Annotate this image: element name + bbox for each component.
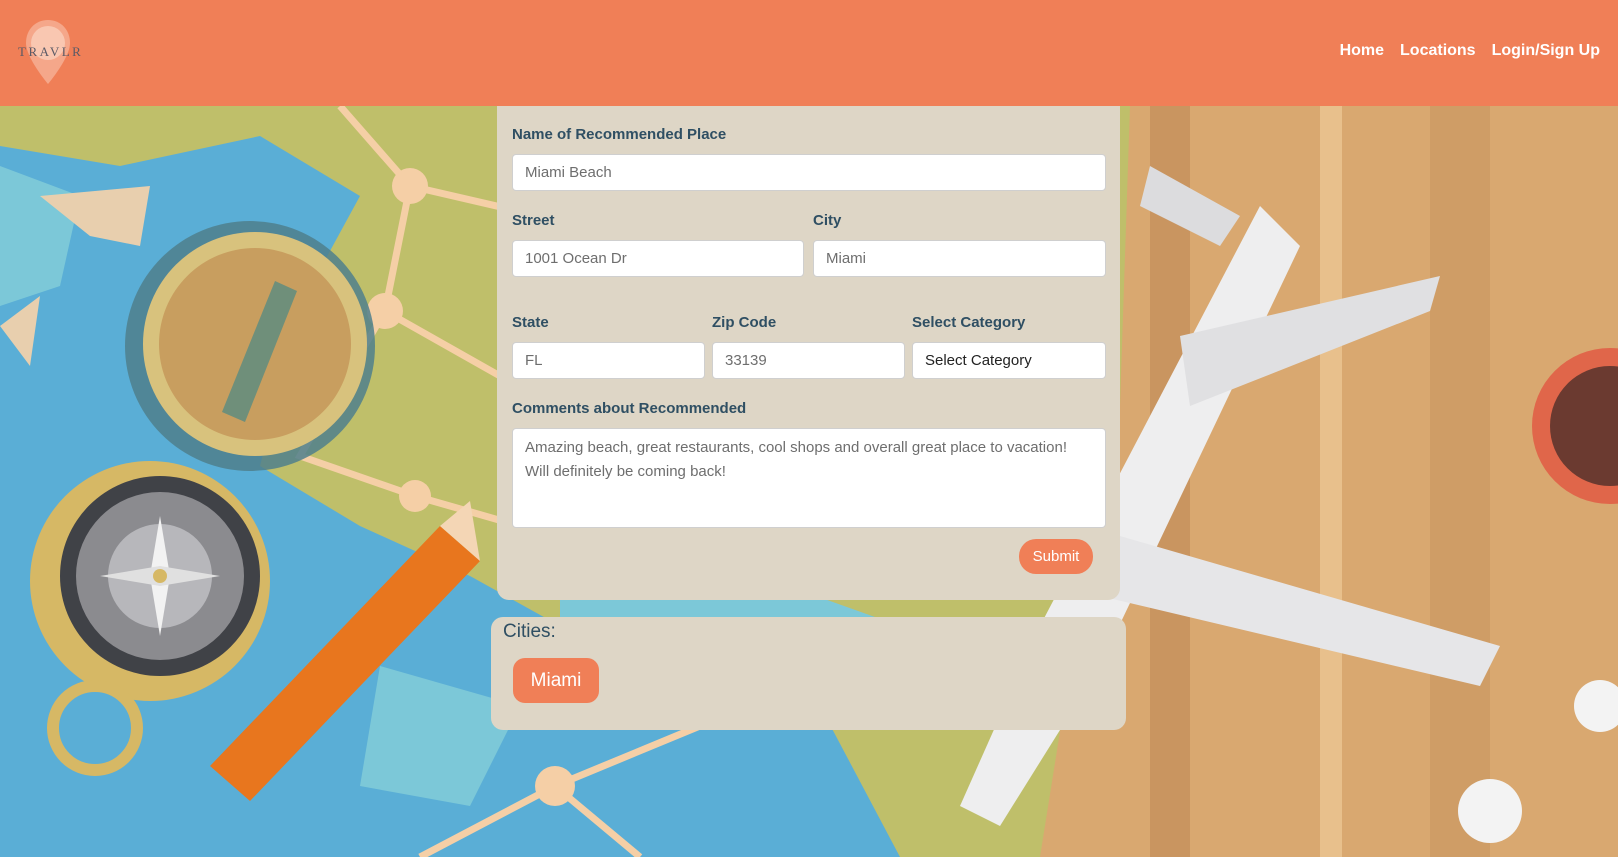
zip-code-input[interactable]: 33139 bbox=[712, 342, 905, 379]
submit-button[interactable]: Submit bbox=[1019, 539, 1093, 574]
nav-locations-link[interactable]: Locations bbox=[1400, 42, 1476, 60]
cities-panel: Cities: Miami bbox=[491, 617, 1126, 730]
top-navbar: TRAVLR Home Locations Login/Sign Up bbox=[0, 0, 1618, 106]
city-chip-miami[interactable]: Miami bbox=[513, 658, 599, 703]
category-select[interactable]: Select Category bbox=[912, 342, 1106, 379]
comments-label: Comments about Recommended bbox=[512, 400, 747, 417]
travlr-logo[interactable]: TRAVLR bbox=[17, 20, 81, 86]
nav-home-link[interactable]: Home bbox=[1340, 42, 1384, 60]
state-label: State bbox=[512, 314, 549, 331]
street-input[interactable]: 1001 Ocean Dr bbox=[512, 240, 804, 277]
zip-code-label: Zip Code bbox=[712, 314, 777, 331]
city-input[interactable]: Miami bbox=[813, 240, 1106, 277]
recommendation-form-card: Name of Recommended Place Miami Beach St… bbox=[497, 106, 1120, 600]
place-name-input[interactable]: Miami Beach bbox=[512, 154, 1106, 191]
state-input[interactable]: FL bbox=[512, 342, 705, 379]
street-label: Street bbox=[512, 212, 555, 229]
category-label: Select Category bbox=[912, 314, 1026, 331]
comments-textarea[interactable]: Amazing beach, great restaurants, cool s… bbox=[512, 428, 1106, 528]
city-label: City bbox=[813, 212, 842, 229]
nav-login-signup-link[interactable]: Login/Sign Up bbox=[1492, 42, 1600, 60]
main-nav: Home Locations Login/Sign Up bbox=[1340, 42, 1600, 60]
place-name-label: Name of Recommended Place bbox=[512, 126, 727, 143]
brand-name: TRAVLR bbox=[18, 44, 84, 59]
cities-title: Cities: bbox=[503, 621, 556, 642]
